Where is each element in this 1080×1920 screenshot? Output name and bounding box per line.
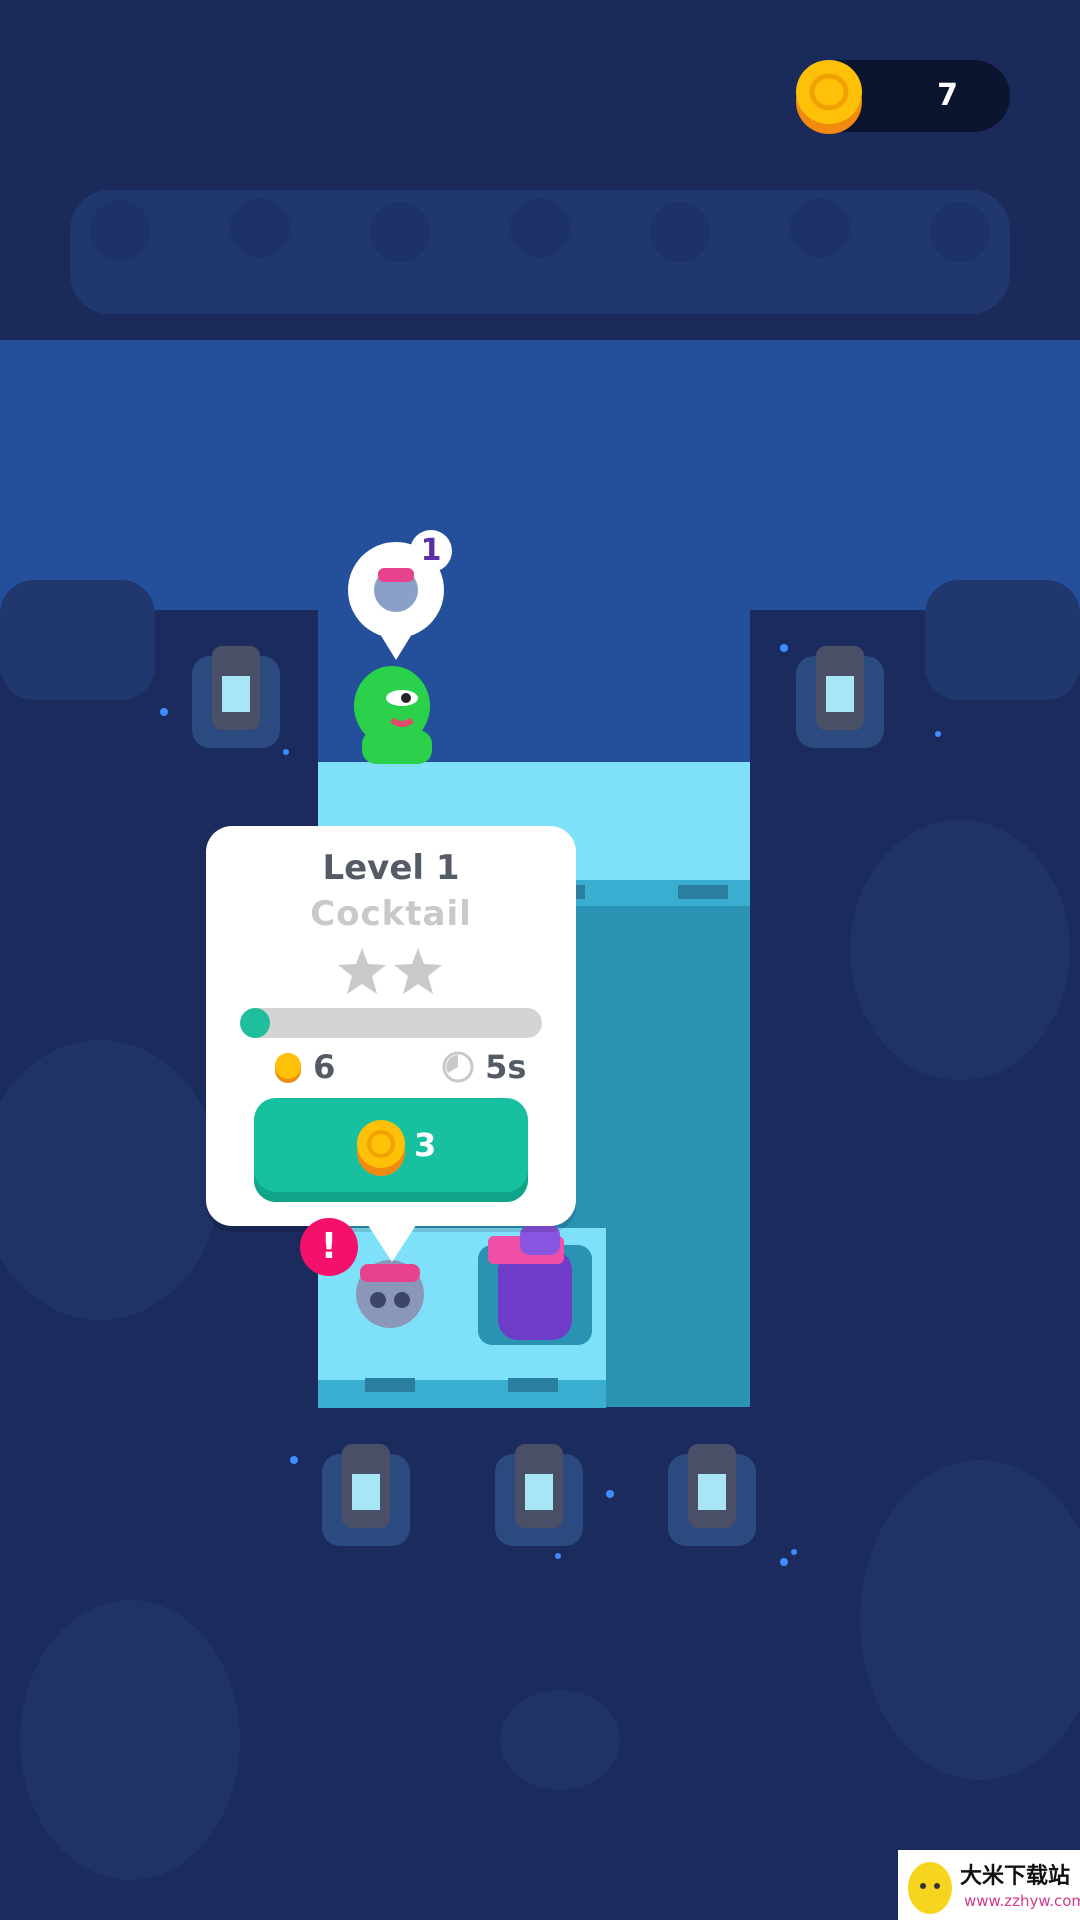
lantern-4 xyxy=(495,1444,583,1546)
order-count-badge: 1 xyxy=(410,530,452,572)
watermark-site-name: 大米下载站 xyxy=(960,1864,1071,1889)
level-label: Level 1 xyxy=(322,848,460,888)
watermark-url: www.zzhyw.com xyxy=(964,1892,1080,1910)
lantern-5 xyxy=(668,1444,756,1546)
progress-fill xyxy=(240,1008,271,1038)
lantern-3 xyxy=(322,1444,410,1546)
station-upgrade-popup: Level 1 Cocktail 6 5s 3 xyxy=(206,826,576,1226)
time-info: 5s xyxy=(442,1048,526,1088)
popup-pointer xyxy=(366,1222,418,1262)
alert-badge[interactable]: ! xyxy=(300,1218,358,1276)
watermark: 大米下载站 www.zzhyw.com xyxy=(898,1850,1080,1920)
zombie-customer xyxy=(354,666,432,764)
egg-mascot-logo xyxy=(908,1862,952,1914)
coin-icon xyxy=(796,60,862,134)
clock-icon xyxy=(442,1051,474,1083)
coin-icon xyxy=(275,1053,301,1083)
lantern-1 xyxy=(192,646,280,748)
star-icon xyxy=(338,948,386,994)
item-name: Cocktail xyxy=(310,894,472,934)
upgrade-cost: 3 xyxy=(414,1126,437,1164)
reward-info: 6 xyxy=(274,1048,335,1088)
lantern-2 xyxy=(796,646,884,748)
skull-cocktail-item xyxy=(356,1260,424,1328)
star-rating xyxy=(338,948,442,994)
upgrade-button[interactable]: 3 xyxy=(254,1098,528,1202)
coin-icon xyxy=(357,1120,405,1176)
coin-count: 7 xyxy=(937,78,958,113)
star-icon xyxy=(394,948,442,994)
upgrade-progress-bar xyxy=(240,1008,542,1038)
time-value: 5s xyxy=(485,1048,527,1086)
reward-value: 6 xyxy=(313,1048,336,1086)
